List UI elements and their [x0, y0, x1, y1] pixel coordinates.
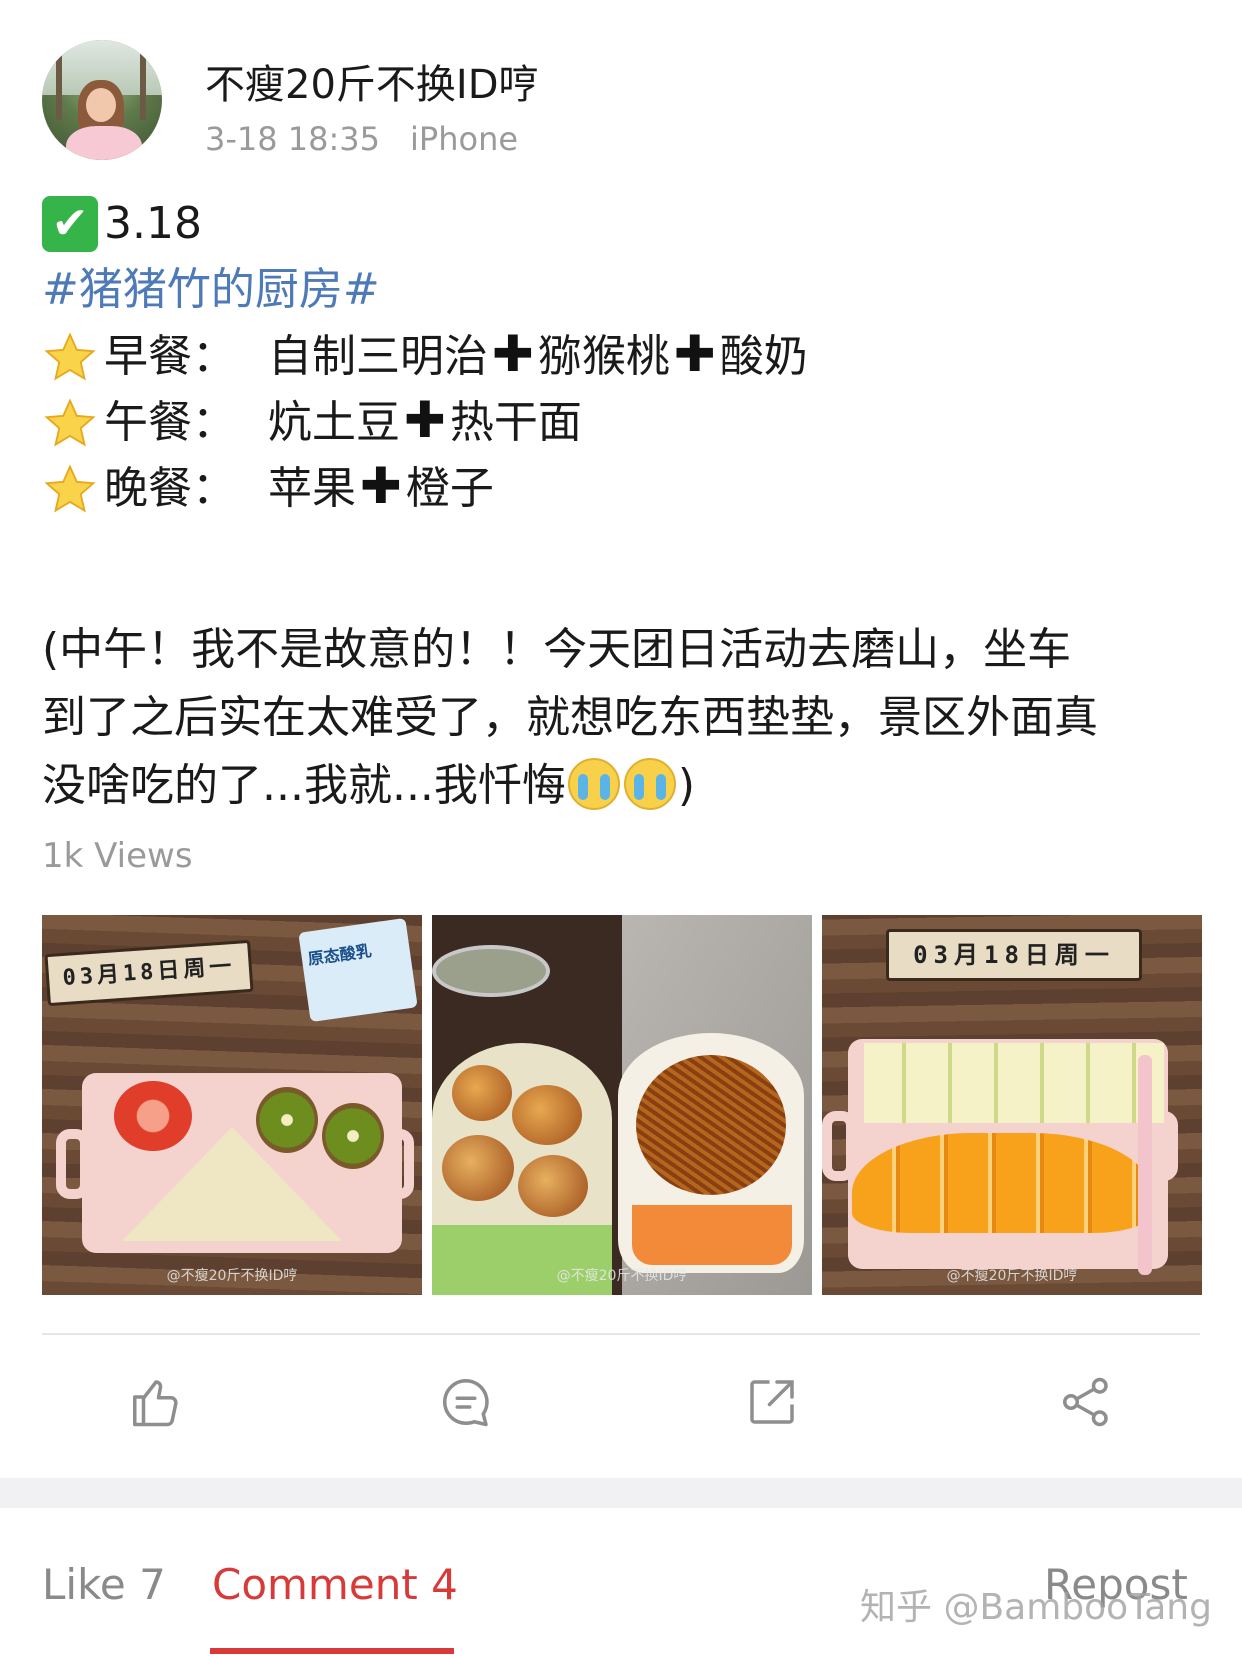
photo-lunch[interactable]: @不瘦20斤不换ID哼	[432, 915, 812, 1295]
meal-item: 猕猴桃	[537, 331, 670, 382]
avatar-tree	[56, 50, 62, 120]
zhihu-watermark: 知乎 @BambooTang	[860, 1587, 1212, 1628]
meal-item: 苹果	[268, 463, 356, 514]
meal-item: 炕土豆	[268, 397, 400, 448]
photo-watermark: @不瘦20斤不换ID哼	[946, 1268, 1078, 1284]
date-block: 03月18日周一	[886, 929, 1142, 981]
photo-watermark: @不瘦20斤不换ID哼	[556, 1268, 688, 1284]
date-line: ✔ 3.18	[42, 196, 202, 252]
share-button[interactable]	[1056, 1372, 1116, 1432]
like-icon	[126, 1372, 186, 1432]
meal-label: 晚餐：	[104, 463, 236, 514]
meal-item: 自制三明治	[268, 331, 488, 382]
yogurt-pack: 原态酸乳	[298, 917, 418, 1023]
plate-handle	[822, 1111, 856, 1181]
meal-line-dinner: 晚餐： 苹果✚橙子	[42, 458, 494, 518]
crying-emoji-icon	[623, 758, 676, 810]
post-note: (中午！我不是故意的！！今天团日活动去磨山，坐车 到了之后实在太难受了，就想吃东…	[42, 616, 1212, 820]
potato	[442, 1135, 514, 1201]
cup-band	[632, 1205, 792, 1265]
section-separator	[0, 1478, 1242, 1508]
active-tab-indicator	[210, 1648, 454, 1654]
meal-label: 午餐：	[104, 397, 236, 448]
crying-emoji-icon	[567, 758, 620, 810]
meal-item: 橙子	[405, 463, 494, 514]
post-meta: 3-18 18:35 iPhone	[205, 120, 518, 158]
photo-watermark: @不瘦20斤不换ID哼	[166, 1268, 298, 1284]
meal-item: 酸奶	[719, 331, 808, 382]
view-count: 1k Views	[42, 836, 193, 876]
photo-dinner[interactable]: 03月18日周一 @不瘦20斤不换ID哼	[822, 915, 1202, 1295]
check-mark-icon: ✔	[42, 196, 98, 252]
photo-breakfast[interactable]: 03月18日周一 原态酸乳 @不瘦20斤不换ID哼	[42, 915, 422, 1295]
like-button[interactable]	[126, 1372, 186, 1432]
tab-comment[interactable]: Comment 4	[212, 1560, 458, 1609]
forward-button[interactable]	[742, 1372, 802, 1432]
plus-icon: ✚	[492, 325, 534, 383]
bowl	[432, 945, 550, 997]
photo-grid: 03月18日周一 原态酸乳 @不瘦20斤不换ID哼 @不瘦20斤不换ID哼 03…	[42, 915, 1202, 1295]
plus-icon: ✚	[360, 457, 402, 515]
sandwich	[122, 1127, 342, 1241]
note-end: )	[677, 760, 696, 811]
orange-slices	[852, 1133, 1152, 1233]
star-icon	[42, 326, 104, 386]
note-line: 没啥吃的了...我就...我忏悔	[42, 760, 566, 811]
comment-icon	[436, 1372, 496, 1432]
star-icon	[42, 458, 104, 518]
potato	[452, 1065, 512, 1121]
plus-icon: ✚	[673, 325, 716, 383]
meal-line-breakfast: 早餐： 自制三明治✚猕猴桃✚酸奶	[42, 326, 808, 386]
avatar-body	[66, 126, 142, 160]
divider	[42, 1333, 1200, 1335]
note-line: (中午！我不是故意的！！今天团日活动去磨山，坐车	[42, 624, 1072, 675]
potato	[512, 1085, 582, 1145]
yogurt-label: 原态酸乳	[306, 941, 373, 969]
potato	[518, 1155, 588, 1217]
post-time: 3-18 18:35	[205, 120, 381, 158]
avatar[interactable]	[42, 40, 162, 160]
topic-link[interactable]: #猪猪竹的厨房#	[42, 262, 380, 318]
post-device: iPhone	[410, 120, 519, 158]
comment-button[interactable]	[436, 1372, 496, 1432]
tab-like[interactable]: Like 7	[42, 1560, 166, 1609]
forward-icon	[742, 1372, 802, 1432]
note-line-last: 没啥吃的了...我就...我忏悔)	[42, 752, 1212, 820]
username[interactable]: 不瘦20斤不换ID哼	[205, 52, 539, 110]
plate-handle	[56, 1129, 90, 1199]
fork	[1138, 1055, 1152, 1275]
plus-icon: ✚	[404, 391, 446, 449]
date-tag: 3.18	[104, 198, 202, 249]
date-block: 03月18日周一	[44, 939, 254, 1007]
meal-line-lunch: 午餐： 炕土豆✚热干面	[42, 392, 582, 452]
note-line: 到了之后实在太难受了，就想吃东西垫垫，景区外面真	[42, 692, 1098, 743]
star-icon	[42, 392, 104, 452]
avatar-face	[86, 88, 116, 122]
apple-slices	[864, 1043, 1164, 1123]
share-icon	[1056, 1372, 1116, 1432]
meal-item: 热干面	[449, 397, 582, 448]
noodles	[636, 1055, 786, 1195]
meal-label: 早餐：	[104, 331, 236, 382]
avatar-tree	[140, 50, 146, 120]
plate-handle	[380, 1129, 414, 1199]
